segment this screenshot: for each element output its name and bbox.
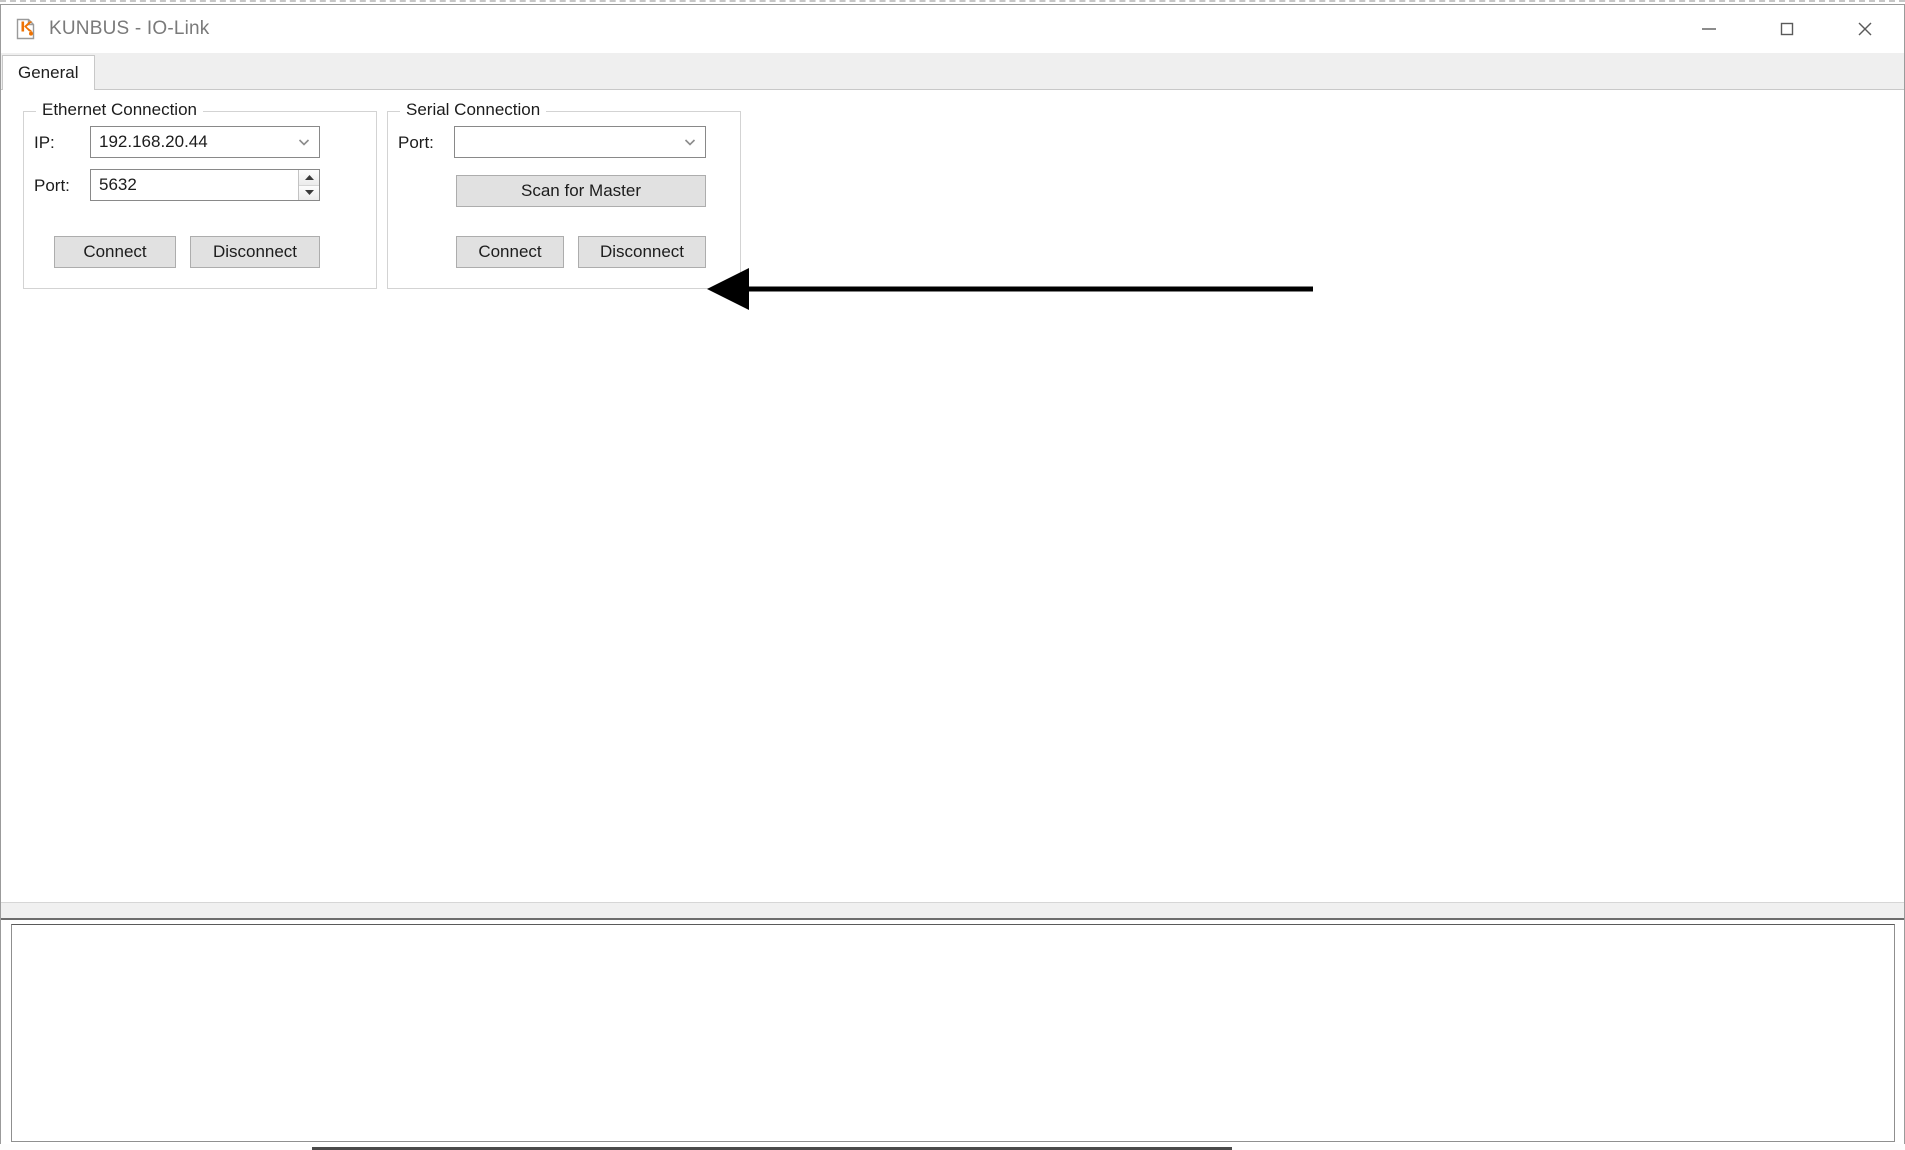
log-output-text <box>12 925 1894 937</box>
ethernet-group-title: Ethernet Connection <box>36 100 203 120</box>
ethernet-port-spin-buttons <box>298 170 319 200</box>
serial-disconnect-label: Disconnect <box>599 242 685 261</box>
scan-for-master-button[interactable]: Scan for Master <box>456 175 706 207</box>
close-button[interactable] <box>1826 5 1904 53</box>
serial-group-title: Serial Connection <box>400 100 547 120</box>
serial-port-label: Port: <box>398 133 434 152</box>
ethernet-connect-button[interactable]: Connect <box>54 236 176 268</box>
minimize-icon <box>1702 28 1716 30</box>
tab-strip: General <box>1 53 1904 90</box>
ethernet-connection-group: Ethernet Connection IP: 192.168.20.44 Po… <box>23 100 377 289</box>
spin-up-button[interactable] <box>299 170 319 186</box>
title-bar: KUNBUS - IO-Link <box>1 5 1904 53</box>
window-controls <box>1670 5 1904 53</box>
triangle-up-icon <box>304 174 314 180</box>
main-client-area: Ethernet Connection IP: 192.168.20.44 Po… <box>1 90 1904 902</box>
minimize-button[interactable] <box>1670 5 1748 53</box>
ethernet-disconnect-label: Disconnect <box>212 242 298 261</box>
maximize-icon <box>1780 22 1794 36</box>
chevron-down-icon <box>675 134 705 150</box>
kunbus-document-k-icon <box>13 16 39 42</box>
ethernet-ip-label: IP: <box>34 133 55 152</box>
ethernet-port-spinbox[interactable]: 5632 <box>90 169 320 201</box>
window-title: KUNBUS - IO-Link <box>49 18 210 39</box>
bottom-screen-strip <box>0 1144 1905 1150</box>
panel-splitter[interactable] <box>1 902 1904 920</box>
log-output-panel[interactable] <box>11 924 1895 1142</box>
ethernet-port-label: Port: <box>34 176 70 195</box>
spin-down-button[interactable] <box>299 185 319 200</box>
ethernet-connect-label: Connect <box>83 242 147 261</box>
serial-port-combobox[interactable] <box>454 126 706 158</box>
scan-for-master-label: Scan for Master <box>521 181 641 200</box>
serial-connect-button[interactable]: Connect <box>456 236 564 268</box>
triangle-down-icon <box>304 190 314 196</box>
close-icon <box>1858 22 1872 36</box>
chevron-down-icon <box>289 134 319 150</box>
ethernet-ip-value: 192.168.20.44 <box>99 132 208 151</box>
ethernet-ip-combobox[interactable]: 192.168.20.44 <box>90 126 320 158</box>
ethernet-port-value: 5632 <box>99 175 137 194</box>
tab-general[interactable]: General <box>2 55 96 90</box>
tab-general-label: General <box>18 63 79 82</box>
maximize-button[interactable] <box>1748 5 1826 53</box>
ethernet-disconnect-button[interactable]: Disconnect <box>190 236 320 268</box>
annotation-arrow-left <box>707 268 1313 310</box>
serial-disconnect-button[interactable]: Disconnect <box>578 236 706 268</box>
serial-connection-group: Serial Connection Port: Scan for Master … <box>387 100 741 289</box>
application-window: KUNBUS - IO-Link General Ethernet Connec… <box>0 4 1905 1150</box>
serial-connect-label: Connect <box>478 242 542 261</box>
